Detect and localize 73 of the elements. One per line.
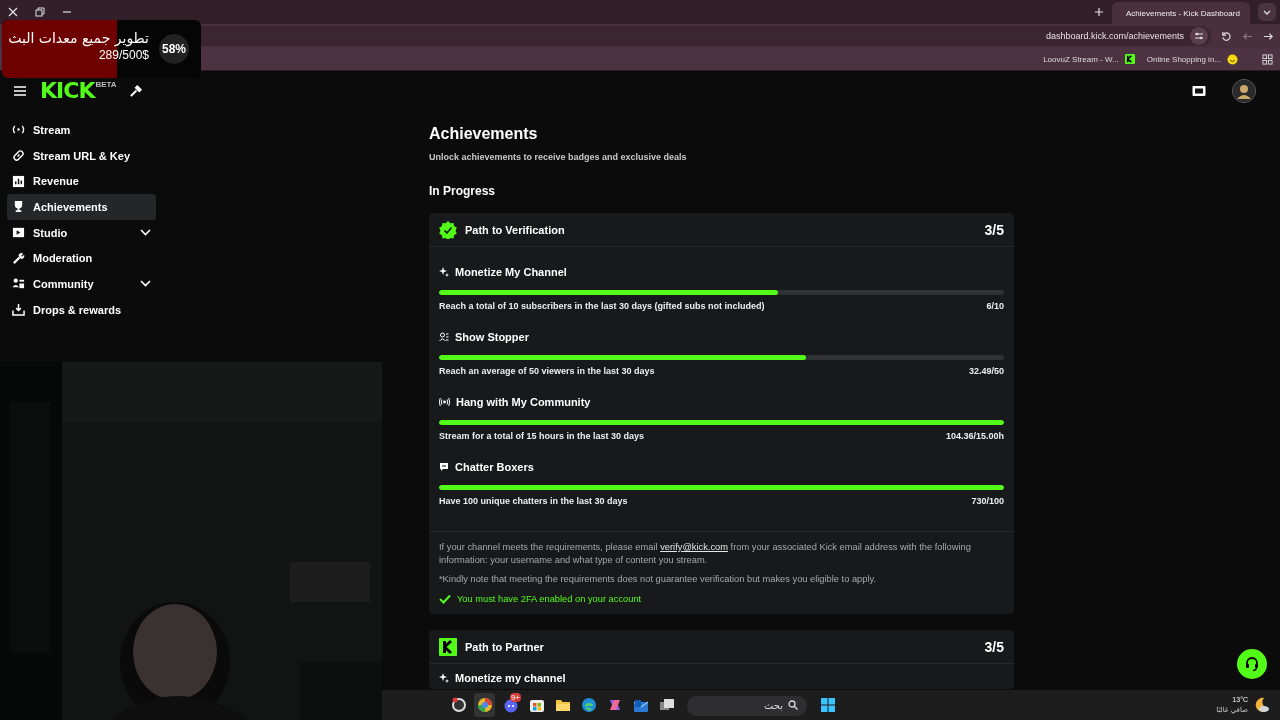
card-title: Path to Partner <box>465 640 545 653</box>
sidebar-item[interactable]: Studio <box>7 219 156 246</box>
apps-grid-icon[interactable] <box>1262 53 1273 65</box>
info-text: If your channel meets the requirements, please email verify@kick.com from your associated Kick email address with the following information: your username and what type of content you stream. <box>439 541 972 567</box>
support-button[interactable] <box>1237 649 1267 679</box>
goal-amount: 289/500$ <box>98 48 149 62</box>
page-title: Achievements <box>429 125 539 143</box>
people-icon <box>439 332 449 342</box>
sparkle-icon <box>439 673 449 683</box>
task-value: 32.49/50 <box>968 366 1004 376</box>
task-title: Monetize My Channel <box>455 266 567 278</box>
trophy-icon <box>12 200 25 214</box>
sparkle-icon <box>439 267 449 277</box>
sidebar-item[interactable]: Achievements <box>7 194 156 220</box>
completed-count: 3/5 <box>984 221 1004 238</box>
close-icon[interactable] <box>8 7 18 17</box>
task-description: Reach an average of 50 viewers in the last 30 days <box>439 366 655 376</box>
section-title: In Progress <box>429 184 497 198</box>
headset-icon <box>1244 656 1260 672</box>
menu-icon[interactable] <box>14 86 26 96</box>
task-value: 104.36/15.00h <box>945 431 1004 441</box>
sidebar-item[interactable]: Stream <box>7 117 156 143</box>
task-description: Reach a total of 10 subscribers in the last 30 days (gifted subs not included) <box>439 301 765 311</box>
disclaimer-text: *Kindly note that meeting the requirements does not guarantee verification but makes you eligible to apply. <box>439 573 878 586</box>
task-title: Hang with My Community <box>456 396 591 408</box>
task-description: Stream for a total of 15 hours in the last 30 days <box>439 431 645 441</box>
task-value: 730/100 <box>971 496 1004 506</box>
chevron-down-icon[interactable] <box>140 280 151 288</box>
task-title: Show Stopper <box>455 331 529 343</box>
task-description: Have 100 unique chatters in the last 30 days <box>439 496 628 506</box>
search-icon <box>788 700 798 710</box>
studio-icon[interactable] <box>1192 85 1206 97</box>
kick-logo-icon <box>439 637 457 656</box>
search-field[interactable]: بحث <box>687 695 807 716</box>
restore-icon[interactable] <box>35 7 45 17</box>
link-icon <box>12 149 25 163</box>
chart-icon <box>12 174 25 188</box>
broadcast-icon <box>439 397 450 407</box>
requirement-text: You must have 2FA enabled on your account <box>457 594 642 604</box>
completed-count: 3/5 <box>984 638 1004 655</box>
goal-title: تطوير جميع معدات البث <box>8 30 149 46</box>
sidebar-item[interactable]: Community <box>7 271 156 297</box>
task-title: Chatter Boxers <box>455 461 534 473</box>
task-value: 6/10 <box>986 301 1004 311</box>
page-subtitle: Unlock achievements to receive badges and exclusive deals <box>429 152 688 162</box>
verified-badge-icon <box>439 220 457 239</box>
browser-icon[interactable] <box>474 693 495 717</box>
task-title: Monetize my channel <box>455 672 566 684</box>
hammer-icon[interactable] <box>128 84 142 98</box>
chat-bubble-icon <box>439 462 449 472</box>
download-icon <box>12 303 25 317</box>
chevron-down-icon[interactable] <box>140 229 151 237</box>
avatar[interactable] <box>1232 79 1256 103</box>
wrench-icon <box>12 251 25 265</box>
moon-icon[interactable] <box>1254 697 1270 713</box>
new-tab-icon[interactable] <box>1094 7 1104 17</box>
email-link[interactable]: verify@kick.com <box>660 542 728 552</box>
card-title: Path to Verification <box>465 223 566 236</box>
kick-favicon-icon <box>1124 54 1135 64</box>
notification-badge: 9+ <box>509 693 521 702</box>
bookmark[interactable]: LoovuZ Stream - W... <box>1043 54 1135 64</box>
people-icon <box>12 277 25 291</box>
sidebar-item[interactable]: Stream URL & Key <box>7 142 156 169</box>
browser-tab[interactable]: Achievements - Kick Dashboard <box>1112 2 1250 24</box>
sidebar-item[interactable]: Drops & rewards <box>7 296 156 323</box>
sidebar-item[interactable]: Moderation <box>7 245 156 272</box>
goal-percent: 58% <box>159 34 189 64</box>
tune-icon[interactable] <box>1190 27 1208 45</box>
bookmark[interactable]: Online Shopping in... <box>1146 53 1238 65</box>
video-icon <box>12 226 25 240</box>
reload-icon[interactable] <box>1221 30 1232 42</box>
smiley-icon <box>1227 53 1238 65</box>
sidebar-item[interactable]: Revenue <box>7 168 156 195</box>
